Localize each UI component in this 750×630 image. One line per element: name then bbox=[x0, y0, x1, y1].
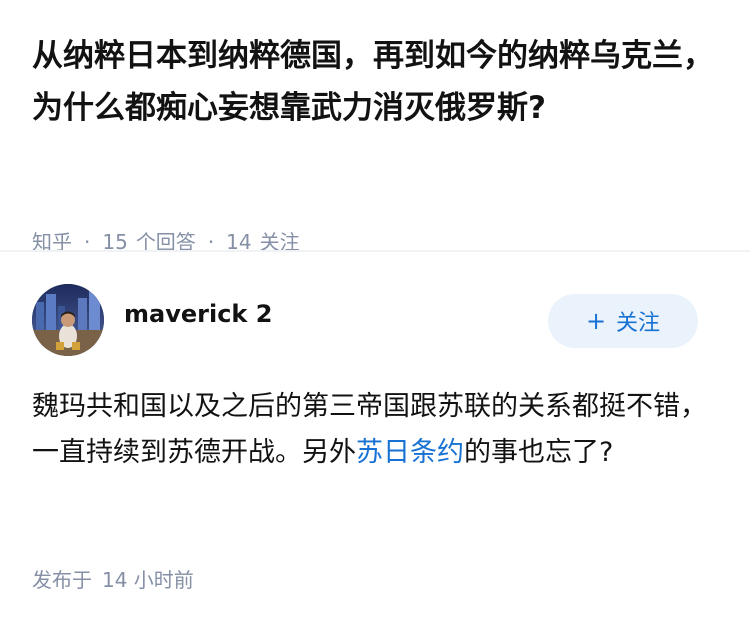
answer-text: 的事也忘了? bbox=[464, 437, 614, 468]
answer-publish-info: 发布于 14 小时前 bbox=[32, 564, 194, 593]
publish-label: 发布于 bbox=[32, 568, 92, 592]
question-header: 从纳粹日本到纳粹德国，再到如今的纳粹乌克兰，为什么都痴心妄想靠武力消灭俄罗斯? … bbox=[32, 30, 722, 254]
publish-time: 14 小时前 bbox=[102, 568, 194, 592]
follow-button[interactable]: + 关注 bbox=[548, 294, 698, 348]
avatar[interactable] bbox=[32, 284, 104, 356]
answer-author-row: maverick 2 + 关注 bbox=[32, 284, 702, 356]
follow-button-label: 关注 bbox=[616, 311, 661, 336]
answer-link[interactable]: 苏日条约 bbox=[356, 437, 464, 468]
section-divider bbox=[0, 250, 750, 252]
answer-content: 魏玛共和国以及之后的第三帝国跟苏联的关系都挺不错，一直持续到苏德开战。另外苏日条… bbox=[32, 384, 722, 476]
user-avatar-photo-icon bbox=[32, 284, 104, 356]
author-name[interactable]: maverick 2 bbox=[124, 300, 272, 328]
question-title[interactable]: 从纳粹日本到纳粹德国，再到如今的纳粹乌克兰，为什么都痴心妄想靠武力消灭俄罗斯? bbox=[32, 30, 722, 134]
plus-icon: + bbox=[585, 307, 607, 335]
